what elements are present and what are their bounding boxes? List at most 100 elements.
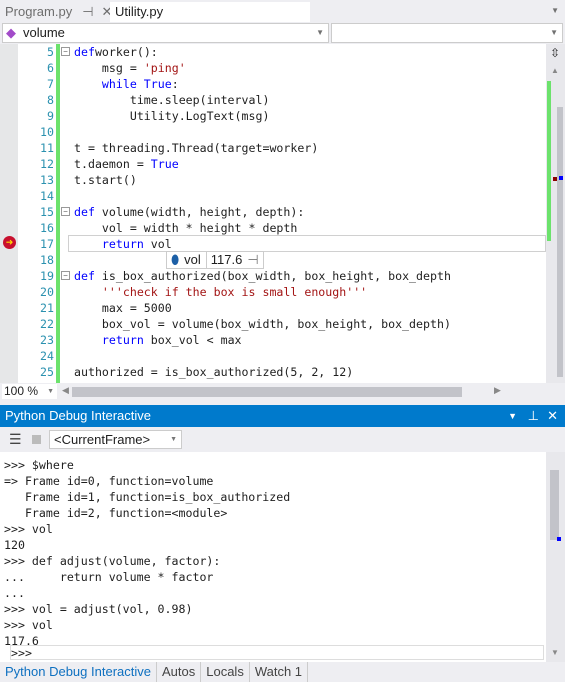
code-line[interactable]: 11 t = threading.Thread(target=worker) (0, 140, 546, 156)
code-line[interactable]: 24 (0, 348, 546, 364)
scroll-thumb[interactable] (550, 470, 559, 540)
output-line: Frame id=1, function=is_box_authorized (4, 490, 291, 504)
code-line[interactable]: 15 def volume(width, height, depth): (0, 204, 546, 220)
code-line[interactable]: 14 (0, 188, 546, 204)
code-line[interactable]: 10 (0, 124, 546, 140)
code-line[interactable]: 12 t.daemon = True (0, 156, 546, 172)
pin-icon[interactable]: ⊣ (247, 252, 258, 268)
code-text: msg = 'ping' (74, 60, 186, 76)
code-text: return vol (74, 236, 172, 252)
collapse-icon[interactable]: − (61, 47, 70, 56)
output-line: ... return volume * factor (4, 570, 214, 584)
chevron-down-icon: ▼ (47, 388, 54, 395)
code-line[interactable]: 6 msg = 'ping' (0, 60, 546, 76)
code-line[interactable]: 7 while True: (0, 76, 546, 92)
line-number: 21 (40, 301, 54, 315)
line-number: 5 (47, 45, 54, 59)
code-line[interactable]: 16 vol = width * height * depth (0, 220, 546, 236)
code-token: def (74, 269, 95, 283)
pin-icon[interactable]: ⊥ (528, 405, 539, 427)
code-line[interactable]: 21 max = 5000 (0, 300, 546, 316)
code-line[interactable]: 19 def is_box_authorized(box_width, box_h… (0, 268, 546, 284)
tab-program-py[interactable]: Program.py ⊣ ✕ (0, 2, 117, 22)
code-text: def volume(width, height, depth): (74, 204, 304, 220)
scroll-right-icon[interactable]: ▶ (494, 385, 501, 396)
debug-window-title-bar[interactable]: Python Debug Interactive ▼ ⊥ ✕ (0, 405, 565, 427)
tool-tab[interactable]: Python Debug Interactive (0, 662, 157, 682)
member-dropdown[interactable]: ▼ (331, 23, 563, 43)
breakpoint-marker (553, 177, 557, 181)
stop-icon[interactable] (32, 435, 41, 444)
code-token: worker(): (94, 45, 158, 59)
chevron-down-icon: ▼ (550, 28, 558, 37)
line-number: 15 (40, 205, 54, 219)
tool-window-tabs: Python Debug Interactive Autos Locals Watch… (0, 662, 565, 682)
datatip[interactable]: ⬮ vol 117.6 ⊣ (166, 251, 264, 269)
chevron-down-icon: ▼ (170, 436, 177, 443)
scroll-thumb[interactable] (557, 107, 563, 377)
code-token: return (74, 237, 144, 251)
line-number: 12 (40, 157, 54, 171)
code-line[interactable]: 22 box_vol = volume(box_width, box_heigh… (0, 316, 546, 332)
code-line[interactable]: 5 defworker(): (0, 44, 546, 60)
collapse-icon[interactable]: − (61, 207, 70, 216)
code-token: def (74, 205, 95, 219)
line-number: 20 (40, 285, 54, 299)
code-line[interactable]: 25 authorized = is_box_authorized(5, 2, 1… (0, 364, 546, 380)
code-text: def is_box_authorized(box_width, box_hei… (74, 268, 451, 284)
close-icon[interactable]: ✕ (547, 405, 558, 427)
tab-utility-py[interactable]: Utility.py (110, 2, 310, 22)
window-menu-icon[interactable]: ▼ (508, 405, 517, 427)
code-token: t = threading.Thread(target=worker) (74, 141, 319, 155)
code-line[interactable]: 9 Utility.LogText(msg) (0, 108, 546, 124)
split-icon[interactable]: ⇳ (550, 46, 560, 60)
code-line[interactable]: 8 time.sleep(interval) (0, 92, 546, 108)
code-line[interactable]: 13 t.start() (0, 172, 546, 188)
cursor-marker (557, 537, 561, 541)
code-text: vol = width * height * depth (74, 220, 297, 236)
editor-vertical-scrollbar[interactable]: ⇳ ▲ (546, 44, 565, 383)
code-text: t = threading.Thread(target=worker) (74, 140, 318, 156)
navigation-bar: ◆ volume ▼ ▼ (0, 22, 565, 44)
scope-dropdown[interactable]: ◆ volume ▼ (2, 23, 329, 43)
line-number: 14 (40, 189, 54, 203)
scroll-left-icon[interactable]: ◀ (62, 385, 69, 396)
code-line[interactable]: 23 return box_vol < max (0, 332, 546, 348)
tool-tab[interactable]: Locals (201, 662, 250, 682)
code-text: max = 5000 (74, 300, 172, 316)
output-line: >>> def adjust(volume, factor): (4, 554, 221, 568)
output-line: >>> vol = adjust(vol, 0.98) (4, 602, 193, 616)
code-line[interactable]: 18 (0, 252, 546, 268)
line-number: 11 (40, 141, 54, 155)
line-number: 16 (40, 221, 54, 235)
clear-output-icon[interactable]: ☰ (9, 431, 22, 448)
scroll-up-icon[interactable]: ▲ (551, 66, 559, 75)
current-statement-arrow-icon: ➜ (3, 236, 16, 249)
output-line: Frame id=2, function=<module> (4, 506, 228, 520)
code-token: vol (143, 237, 172, 251)
tool-tab[interactable]: Autos (157, 662, 202, 682)
collapse-icon[interactable]: − (61, 271, 70, 280)
code-text: box_vol = volume(box_width, box_height, … (74, 316, 451, 332)
tab-overflow-icon[interactable]: ▼ (551, 6, 559, 15)
zoom-and-hscroll-bar: 100 % ▼ ◀ ▶ (0, 383, 565, 400)
tool-tab[interactable]: Watch 1 (250, 662, 309, 682)
code-text: authorized = is_box_authorized(5, 2, 12) (74, 364, 353, 380)
variable-icon: ⬮ (171, 252, 180, 267)
code-token: msg = (74, 61, 144, 75)
pin-icon[interactable]: ⊣ (82, 4, 93, 19)
code-token: max = 5000 (74, 301, 172, 315)
input-line[interactable]: >>> (10, 645, 544, 660)
code-line[interactable]: 17 return vol (0, 236, 546, 252)
line-number: 18 (40, 253, 54, 267)
output-vertical-scrollbar[interactable]: ▼ (546, 452, 565, 662)
code-line[interactable]: 20 '''check if the box is small enough''… (0, 284, 546, 300)
line-number: 13 (40, 173, 54, 187)
horizontal-scroll-thumb[interactable] (72, 387, 462, 397)
line-number: 9 (47, 109, 54, 123)
frame-dropdown[interactable]: <CurrentFrame> ▼ (49, 430, 182, 449)
scroll-down-icon[interactable]: ▼ (551, 648, 559, 657)
line-number: 24 (40, 349, 54, 363)
debug-toolbar: ☰ <CurrentFrame> ▼ (0, 427, 565, 452)
zoom-dropdown[interactable]: 100 % ▼ (2, 384, 57, 399)
